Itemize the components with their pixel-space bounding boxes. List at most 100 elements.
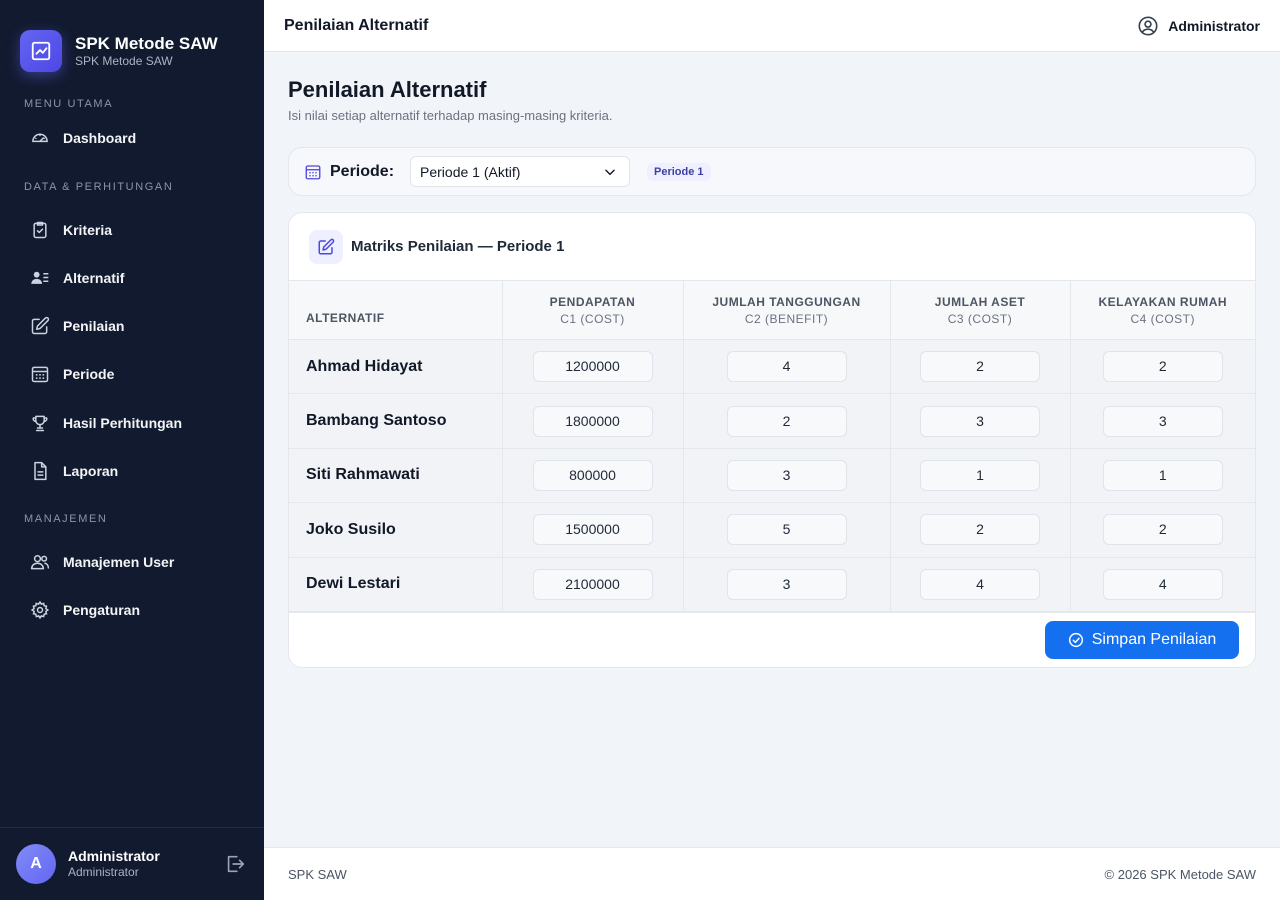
score-input-c3[interactable]: 2 bbox=[920, 351, 1040, 383]
edit-icon bbox=[309, 229, 343, 264]
alternative-name: Siti Rahmawati bbox=[289, 448, 502, 504]
alternative-name: Joko Susilo bbox=[289, 502, 502, 558]
score-input-c2[interactable]: 3 bbox=[726, 568, 847, 600]
users-icon bbox=[30, 555, 50, 570]
period-label: Periode: bbox=[330, 162, 395, 180]
sidebar-item-manajemen-user[interactable]: Manajemen User bbox=[0, 542, 264, 582]
sidebar-item-laporan[interactable]: Laporan bbox=[0, 451, 264, 491]
score-input-c3[interactable]: 4 bbox=[920, 568, 1040, 600]
edit-icon bbox=[31, 316, 50, 335]
menu-section-label: DATA & PERHITUNGAN bbox=[24, 181, 174, 193]
table-row: Ahmad Hidayat 1200000 4 2 2 bbox=[289, 339, 1255, 395]
sidebar-item-label: Penilaian bbox=[63, 318, 125, 334]
sidebar-item-label: Dashboard bbox=[63, 130, 137, 146]
save-button-label: Simpan Penilaian bbox=[1091, 630, 1217, 648]
matrix-header: Matriks Penilaian — Periode 1 bbox=[289, 213, 1255, 280]
sidebar-item-pengaturan[interactable]: Pengaturan bbox=[0, 590, 264, 630]
column-header: JUMLAH TANGGUNGAN C2 (BENEFIT) bbox=[682, 280, 890, 340]
menu-section-label: MENU UTAMA bbox=[24, 98, 114, 110]
logout-icon[interactable] bbox=[224, 853, 246, 875]
brand-title: SPK Metode SAW bbox=[75, 33, 218, 53]
score-input-c2[interactable]: 3 bbox=[726, 459, 847, 491]
sidebar-item-periode[interactable]: Periode bbox=[0, 354, 264, 394]
sidebar-item-label: Kriteria bbox=[63, 222, 113, 238]
table-row: Joko Susilo 1500000 5 2 2 bbox=[289, 502, 1255, 558]
menu-section-label: MANAJEMEN bbox=[24, 513, 108, 525]
sidebar-item-alternatif[interactable]: Alternatif bbox=[0, 258, 264, 298]
column-header: PENDAPATAN C1 (COST) bbox=[501, 280, 683, 340]
sidebar-item-hasil-perhitungan[interactable]: Hasil Perhitungan bbox=[0, 403, 264, 443]
page-subtitle: Isi nilai setiap alternatif terhadap mas… bbox=[288, 108, 613, 123]
document-icon bbox=[34, 461, 47, 481]
table-row: Bambang Santoso 1800000 2 3 3 bbox=[289, 393, 1255, 449]
page-title: Penilaian Alternatif bbox=[288, 77, 487, 102]
avatar[interactable]: A bbox=[16, 844, 56, 884]
page-footer: SPK SAW © 2026 SPK Metode SAW bbox=[264, 847, 1280, 900]
score-input-c3[interactable]: 1 bbox=[920, 459, 1040, 491]
period-filter: Periode: Periode 1 (Aktif) Periode 1 bbox=[288, 147, 1256, 196]
matrix-footer: Simpan Penilaian bbox=[289, 611, 1255, 667]
sidebar-item-dashboard[interactable]: Dashboard bbox=[0, 118, 264, 158]
sidebar-item-label: Hasil Perhitungan bbox=[63, 415, 183, 431]
clipboard-check-icon bbox=[33, 221, 47, 239]
column-header: KELAYAKAN RUMAH C4 (COST) bbox=[1069, 280, 1255, 340]
sidebar-item-kriteria[interactable]: Kriteria bbox=[0, 210, 264, 250]
sidebar-item-label: Alternatif bbox=[63, 270, 125, 286]
calendar-icon bbox=[305, 164, 321, 179]
footer-left: SPK SAW bbox=[288, 866, 347, 882]
matrix-card: Matriks Penilaian — Periode 1 ALTERNATIF… bbox=[288, 212, 1256, 668]
assessment-table: ALTERNATIF PENDAPATAN C1 (COST) JUMLAH TA… bbox=[289, 280, 1255, 612]
score-input-c4[interactable]: 1 bbox=[1102, 459, 1223, 491]
period-select[interactable]: Periode 1 (Aktif) bbox=[410, 156, 631, 187]
trophy-icon bbox=[32, 415, 48, 432]
footer-copyright: © 2026 SPK Metode SAW bbox=[1104, 866, 1256, 882]
user-name: Administrator bbox=[68, 848, 160, 864]
sidebar-user: A Administrator Administrator bbox=[0, 827, 264, 900]
score-input-c1[interactable]: 1800000 bbox=[532, 405, 653, 437]
score-input-c2[interactable]: 2 bbox=[726, 405, 847, 437]
user-menu[interactable]: Administrator bbox=[1137, 15, 1260, 37]
score-input-c4[interactable]: 2 bbox=[1102, 514, 1223, 546]
period-select-value: Periode 1 (Aktif) bbox=[420, 163, 521, 180]
period-badge: Periode 1 bbox=[647, 162, 711, 181]
user-list-icon bbox=[31, 271, 49, 284]
user-circle-icon bbox=[1138, 15, 1158, 36]
score-input-c3[interactable]: 2 bbox=[920, 514, 1040, 546]
gear-icon bbox=[30, 600, 50, 620]
save-button[interactable]: Simpan Penilaian bbox=[1045, 620, 1239, 659]
brand-subtitle: SPK Metode SAW bbox=[75, 53, 173, 68]
sidebar-item-label: Periode bbox=[63, 366, 115, 382]
user-menu-label: Administrator bbox=[1168, 17, 1260, 34]
user-role: Administrator bbox=[68, 865, 139, 879]
check-circle-icon bbox=[1068, 632, 1083, 648]
alternative-name: Bambang Santoso bbox=[289, 393, 502, 449]
sidebar: SPK Metode SAW SPK Metode SAW MENU UTAMA… bbox=[0, 0, 264, 900]
table-row: Dewi Lestari 2100000 3 4 4 bbox=[289, 557, 1255, 612]
column-header: ALTERNATIF bbox=[289, 280, 502, 340]
matrix-title: Matriks Penilaian — Periode 1 bbox=[351, 238, 565, 255]
score-input-c1[interactable]: 1200000 bbox=[532, 351, 653, 383]
chart-line-icon bbox=[20, 30, 62, 72]
score-input-c4[interactable]: 2 bbox=[1102, 351, 1223, 383]
chevron-down-icon bbox=[605, 169, 615, 175]
topbar: Penilaian Alternatif Administrator bbox=[264, 0, 1280, 52]
score-input-c3[interactable]: 3 bbox=[920, 405, 1040, 437]
sidebar-item-label: Manajemen User bbox=[63, 554, 175, 570]
score-input-c2[interactable]: 4 bbox=[726, 351, 847, 383]
score-input-c4[interactable]: 3 bbox=[1102, 405, 1223, 437]
main-content: Penilaian Alternatif Isi nilai setiap al… bbox=[288, 52, 1256, 668]
column-header: JUMLAH ASET C3 (COST) bbox=[889, 280, 1070, 340]
score-input-c4[interactable]: 4 bbox=[1102, 568, 1223, 600]
calendar-icon bbox=[31, 366, 49, 383]
score-input-c1[interactable]: 1500000 bbox=[532, 514, 653, 546]
sidebar-item-label: Pengaturan bbox=[63, 602, 141, 618]
alternative-name: Ahmad Hidayat bbox=[289, 339, 502, 395]
score-input-c2[interactable]: 5 bbox=[726, 514, 847, 546]
sidebar-item-label: Laporan bbox=[63, 463, 119, 479]
brand[interactable]: SPK Metode SAW SPK Metode SAW bbox=[0, 0, 264, 82]
score-input-c1[interactable]: 2100000 bbox=[532, 568, 653, 600]
topbar-title: Penilaian Alternatif bbox=[284, 16, 429, 34]
alternative-name: Dewi Lestari bbox=[289, 557, 502, 612]
sidebar-item-penilaian[interactable]: Penilaian bbox=[0, 306, 264, 346]
score-input-c1[interactable]: 800000 bbox=[532, 459, 653, 491]
